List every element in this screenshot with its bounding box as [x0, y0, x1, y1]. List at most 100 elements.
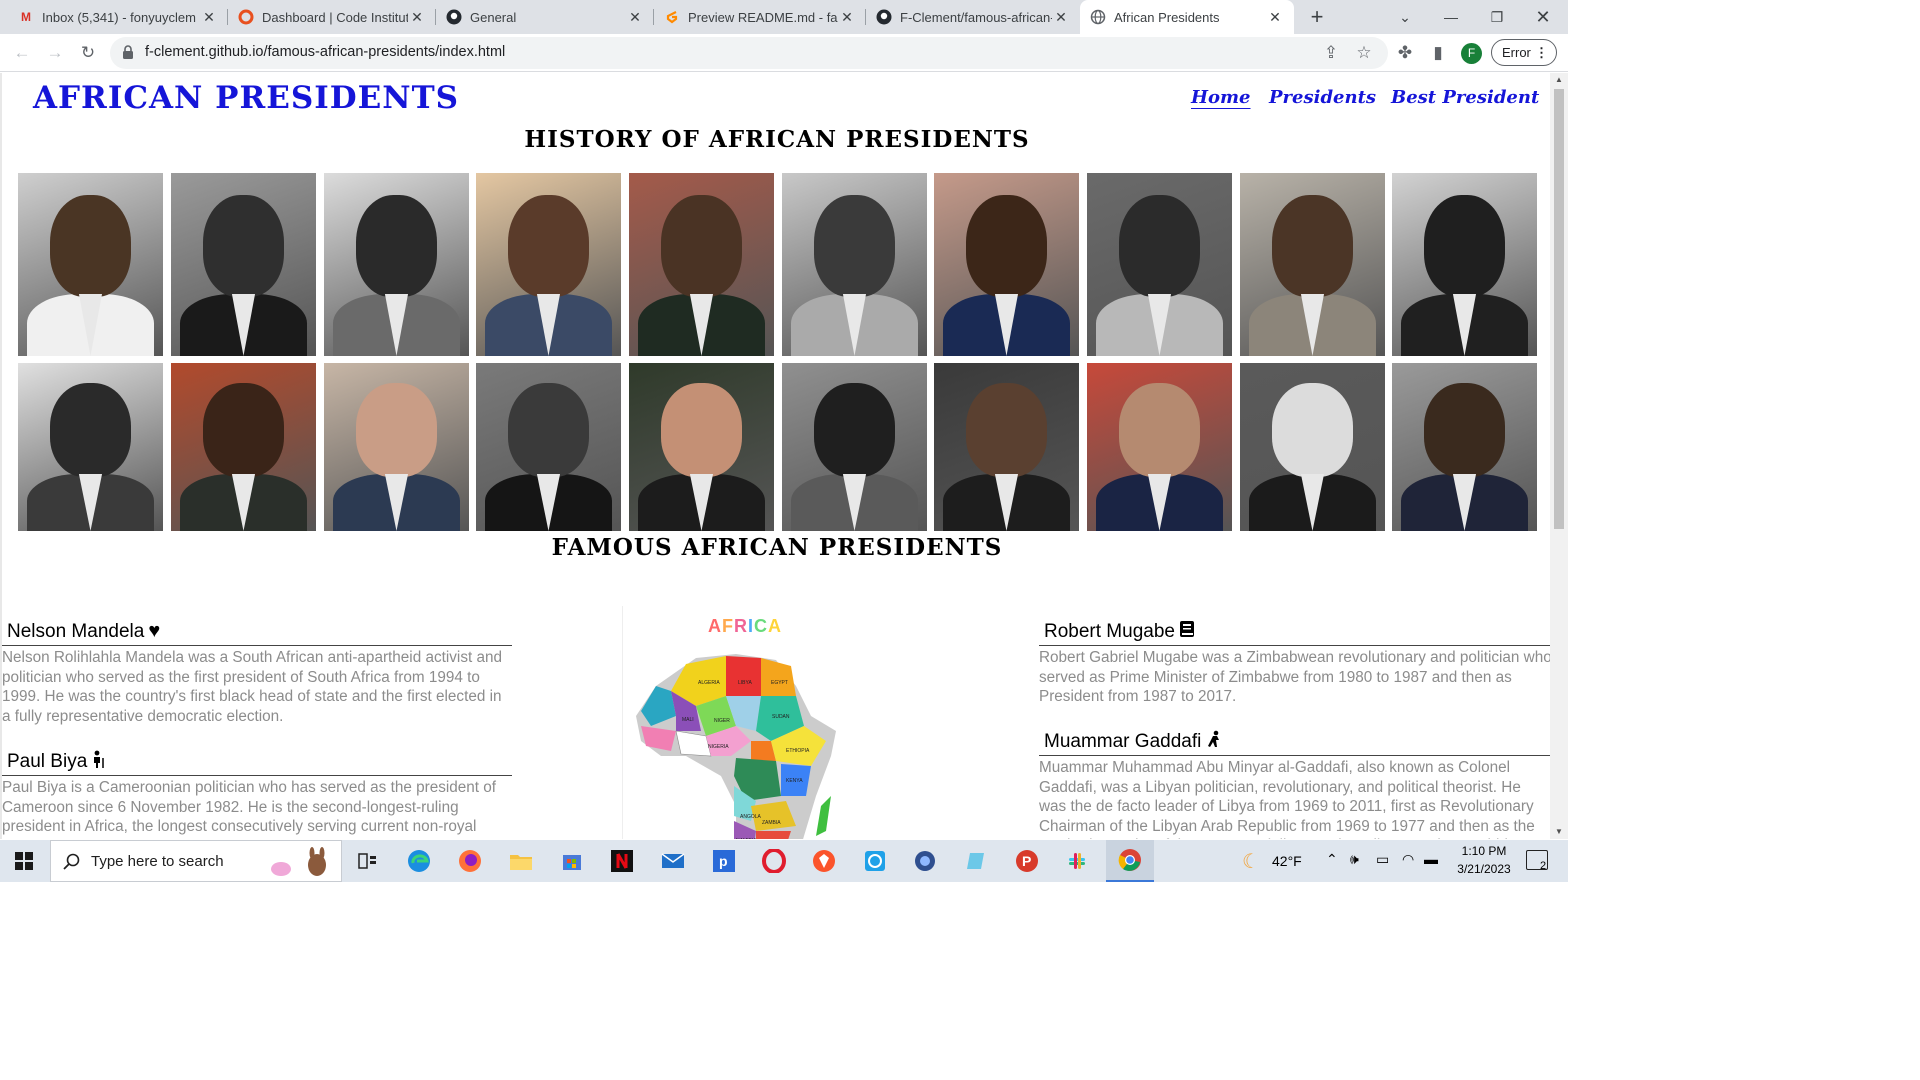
close-icon[interactable]: ✕: [408, 9, 426, 26]
book-icon: [1179, 620, 1195, 644]
map-label: NAMIBIA: [736, 838, 757, 839]
clock-date[interactable]: 3/21/2023: [1448, 862, 1520, 876]
mail-icon[interactable]: [657, 845, 689, 877]
president-portrait: [171, 363, 316, 531]
article-body: Paul Biya is a Cameroonian politician wh…: [2, 779, 497, 839]
president-portrait: [934, 363, 1079, 531]
reload-icon[interactable]: ↻: [75, 40, 101, 66]
windows-start-icon[interactable]: [8, 845, 40, 877]
firefox-icon[interactable]: [454, 845, 486, 877]
map-divider: [622, 606, 623, 839]
error-button[interactable]: Error ⋮: [1491, 39, 1557, 66]
president-portrait: [629, 173, 774, 356]
weather-temp[interactable]: 42°F: [1272, 853, 1302, 869]
volume-icon[interactable]: 🕪: [1350, 851, 1359, 868]
windows-taskbar: Type here to search p P ☾ 42°F ⌃ 🕪 ▭ ◠ ▬…: [0, 840, 1568, 882]
map-title-letter: A: [708, 616, 722, 636]
share-icon[interactable]: ⇪: [1318, 40, 1344, 66]
side-panel-icon[interactable]: ▮: [1425, 40, 1451, 66]
extensions-puzzle-icon[interactable]: ✤: [1392, 40, 1418, 66]
tab-code-institute[interactable]: Dashboard | Code Institute ✕: [228, 0, 436, 34]
edge-icon[interactable]: [403, 845, 435, 877]
wifi-icon[interactable]: ◠: [1402, 851, 1414, 868]
article-body: Robert Gabriel Mugabe was a Zimbabwean r…: [1039, 649, 1550, 706]
site-brand[interactable]: AFRICAN PRESIDENTS: [33, 80, 459, 116]
map-label: MALI: [682, 717, 694, 723]
clock-time[interactable]: 1:10 PM: [1448, 844, 1520, 858]
file-explorer-icon[interactable]: [505, 845, 537, 877]
app-blue-icon[interactable]: [859, 845, 891, 877]
tab-label: Preview README.md - famo: [688, 9, 838, 25]
maximize-button[interactable]: ❐: [1474, 0, 1520, 34]
back-icon[interactable]: ←: [9, 40, 35, 66]
close-icon[interactable]: ✕: [838, 9, 856, 26]
tray-chevron-icon[interactable]: ⌃: [1326, 851, 1338, 868]
netflix-icon[interactable]: [606, 845, 638, 877]
map-label: SUDAN: [772, 714, 790, 720]
moon-weather-icon[interactable]: ☾: [1242, 849, 1260, 874]
opera-icon[interactable]: [758, 845, 790, 877]
map-label: ZAMBIA: [762, 820, 781, 826]
tab-label: Dashboard | Code Institute: [262, 9, 408, 25]
brave-icon[interactable]: [808, 845, 840, 877]
tab-search-chevron-icon[interactable]: ⌄: [1382, 0, 1428, 34]
close-window-button[interactable]: ✕: [1520, 0, 1566, 34]
more-menu-icon: ⋮: [1535, 45, 1548, 60]
app-p-icon[interactable]: P: [1011, 845, 1043, 877]
tab-github-repo[interactable]: F-Clement/famous-african- ✕: [866, 0, 1080, 34]
map-label: ETHIOPIA: [786, 748, 810, 754]
president-portrait: [1392, 363, 1537, 531]
president-portrait: [782, 363, 927, 531]
app-globe-icon[interactable]: [909, 845, 941, 877]
search-icon: [63, 853, 80, 870]
nav-best-president[interactable]: Best President: [1391, 87, 1539, 108]
globe-icon: [1090, 9, 1106, 25]
divider: [1039, 755, 1550, 756]
profile-avatar[interactable]: F: [1461, 43, 1482, 64]
battery-icon[interactable]: ▭: [1376, 851, 1389, 868]
chrome-taskbar-icon[interactable]: [1106, 840, 1154, 882]
easter-decoration-icon: [265, 847, 335, 877]
app-notepad-icon[interactable]: [960, 845, 992, 877]
taskbar-search[interactable]: Type here to search: [50, 840, 342, 882]
tab-gitpod-preview[interactable]: Preview README.md - famo ✕: [654, 0, 866, 34]
tab-african-presidents[interactable]: African Presidents ✕: [1080, 0, 1294, 34]
browser-toolbar: ← → ↻ f-clement.github.io/famous-african…: [0, 34, 1568, 72]
article-biya: Paul Biya Paul Biya is a Cameroonian pol…: [2, 749, 512, 839]
scroll-down-arrow-icon[interactable]: ▼: [1554, 827, 1564, 836]
new-tab-button[interactable]: +: [1304, 4, 1330, 30]
scroll-up-arrow-icon[interactable]: ▲: [1554, 75, 1564, 84]
forward-icon[interactable]: →: [42, 40, 68, 66]
bookmark-star-icon[interactable]: ☆: [1351, 40, 1377, 66]
map-title-letter: C: [754, 616, 769, 636]
nav-presidents[interactable]: Presidents: [1269, 87, 1376, 108]
map-title-letter: F: [722, 616, 734, 636]
map-label: LIBYA: [738, 680, 752, 686]
slack-icon[interactable]: [1061, 845, 1093, 877]
nav-home[interactable]: Home: [1191, 87, 1251, 108]
task-view-icon[interactable]: [352, 845, 384, 877]
close-icon[interactable]: ✕: [626, 9, 644, 26]
divider: [1039, 645, 1550, 646]
notifications-count: 2: [1540, 860, 1547, 872]
close-icon[interactable]: ✕: [1266, 9, 1284, 26]
pandora-icon[interactable]: p: [708, 845, 740, 877]
scroll-thumb[interactable]: [1554, 89, 1564, 529]
github-icon: [446, 9, 462, 25]
tab-gmail[interactable]: M Inbox (5,341) - fonyuyclem ✕: [8, 0, 228, 34]
africa-map-graphic: ALGERIA LIBYA EGYPT MALI NIGER SUDAN NIG…: [636, 654, 836, 839]
microsoft-store-icon[interactable]: [556, 845, 588, 877]
power-icon[interactable]: ▬: [1424, 851, 1438, 867]
divider: [2, 645, 512, 646]
close-icon[interactable]: ✕: [200, 9, 218, 26]
address-bar[interactable]: f-clement.github.io/famous-african-presi…: [110, 37, 1388, 69]
article-title: Paul Biya: [7, 750, 88, 772]
president-portrait: [18, 173, 163, 356]
map-label: EGYPT: [771, 680, 788, 686]
minimize-button[interactable]: —: [1428, 0, 1474, 34]
famous-heading: FAMOUS AFRICAN PRESIDENTS: [551, 534, 1003, 561]
tab-github-general[interactable]: General ✕: [436, 0, 654, 34]
page-scrollbar[interactable]: ▲ ▼: [1550, 73, 1568, 839]
close-icon[interactable]: ✕: [1052, 9, 1070, 26]
map-title-letter: A: [768, 616, 783, 636]
